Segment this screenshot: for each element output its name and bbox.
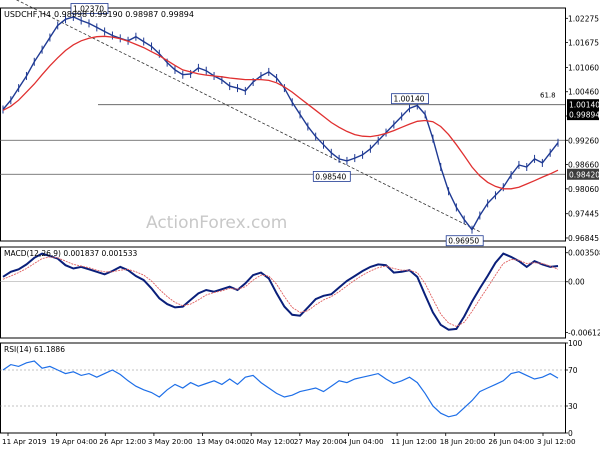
x-tick-label: 18 Jun 20:00 — [440, 437, 486, 446]
ohlc-readout: 0.98998 0.99190 0.98987 0.99894 — [54, 10, 194, 19]
trendline-dashed — [16, 0, 481, 233]
x-tick-label: 4 Jun 04:00 — [342, 437, 384, 446]
y-tick-label: 1.02275 — [568, 14, 599, 23]
moving-average-line — [2, 35, 559, 190]
x-tick-label: 11 Apr 2019 — [2, 437, 47, 446]
x-tick-label: 20 May 12:00 — [245, 437, 295, 446]
y-tick-label: 0.98660 — [568, 161, 599, 170]
y-tick-label: 0.96845 — [568, 234, 599, 243]
watermark: ActionForex.com — [146, 213, 287, 233]
y-tick-label: 0.99260 — [568, 136, 599, 145]
main-chart-title: USDCHF,H4 — [4, 10, 51, 19]
y-tick-label: 0.97445 — [568, 210, 599, 219]
x-tick-label: 19 Apr 04:00 — [51, 437, 98, 446]
annotation-label: 1.00140 — [393, 95, 424, 104]
macd-y-tick-label: 0.00 — [568, 278, 585, 287]
annotation-label: 0.96950 — [448, 237, 479, 246]
rsi-y-tick-label: 100 — [568, 339, 583, 348]
price-tag-label: 0.98420 — [569, 170, 600, 179]
chart-svg: ActionForex.com61.81.023701.001400.98540… — [0, 0, 600, 446]
panel-frame-rsi — [0, 342, 566, 434]
y-tick-label: 1.00460 — [568, 88, 599, 97]
macd-y-tick-label: -0.006121 — [568, 328, 600, 337]
macd-title: MACD(12,26,9) 0.001837 0.001533 — [4, 249, 138, 258]
rsi-title: RSI(14) 61.1886 — [4, 345, 65, 354]
rsi-y-tick-label: 70 — [568, 366, 578, 375]
x-tick-label: 27 May 20:00 — [294, 437, 344, 446]
price-tag-label: 1.00140 — [569, 101, 600, 110]
fib-level-label: 61.8 — [540, 92, 556, 100]
annotation-label: 0.98540 — [315, 172, 346, 181]
rsi-line — [2, 360, 559, 418]
price-tag-label: 0.99894 — [569, 111, 600, 120]
x-tick-label: 3 Jul 12:00 — [537, 437, 576, 446]
macd-signal-line — [2, 256, 559, 327]
x-tick-label: 26 Jun 04:00 — [488, 437, 534, 446]
panel-frame-main — [0, 7, 566, 242]
panel-frame-macd — [0, 246, 566, 339]
y-tick-label: 0.98060 — [568, 185, 599, 194]
chart-root: ActionForex.com 61.8 1.02370 1.00140 0.98540… — [0, 0, 600, 450]
macd-y-tick-label: 0.003508 — [568, 249, 600, 258]
x-tick-label: 3 May 20:00 — [148, 437, 193, 446]
x-tick-label: 26 Apr 12:00 — [99, 437, 146, 446]
rsi-y-tick-label: 30 — [568, 402, 578, 411]
y-tick-label: 1.01675 — [568, 39, 599, 48]
x-tick-label: 13 May 04:00 — [197, 437, 247, 446]
macd-line — [2, 252, 559, 331]
y-tick-label: 1.01060 — [568, 63, 599, 72]
x-tick-label: 11 Jun 12:00 — [391, 437, 437, 446]
price-series-line — [2, 16, 559, 231]
